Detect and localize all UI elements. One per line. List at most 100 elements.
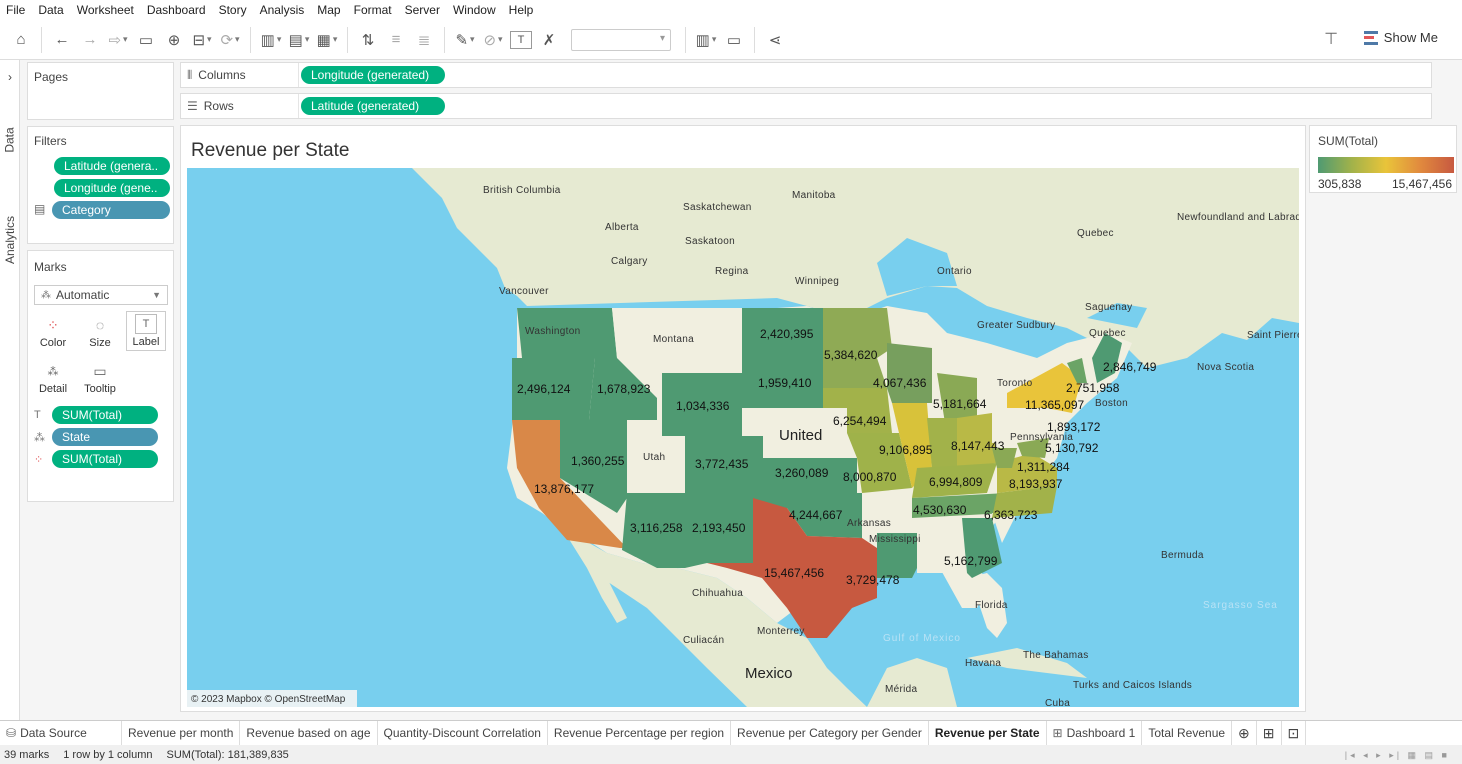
marks-size-button[interactable]: ◌ Size [80,311,120,351]
toolbar-divider [41,26,42,53]
value-label-nevada: 1,360,255 [571,454,625,468]
map-place-mississippi: Mississippi [869,534,921,545]
map-canvas[interactable]: United Mexico British Columbia Alberta S… [187,168,1299,707]
filters-title: Filters [34,134,67,148]
show-cards-icon[interactable]: ▥ [695,27,717,53]
redo-icon[interactable]: → [79,27,101,53]
menu-file[interactable]: File [6,3,25,17]
marks-tooltip-button[interactable]: ▭ Tooltip [80,357,120,397]
clear-sheet-icon[interactable]: ▦ [316,27,338,53]
menu-window[interactable]: Window [453,3,496,17]
value-label-oklahoma: 4,244,667 [789,508,843,522]
marks-color-pill[interactable]: SUM(Total) [52,450,158,468]
value-label-georgia: 5,162,799 [944,554,998,568]
filter-category-pill[interactable]: Category [52,201,170,219]
value-label-california: 13,876,177 [534,482,594,496]
rows-latitude-pill[interactable]: Latitude (generated) [301,97,445,115]
swap-icon[interactable]: ⇅ [357,27,379,53]
tab-data-source[interactable]: ⛁ Data Source [0,720,122,746]
duplicate-icon[interactable]: ▤ [288,27,310,53]
map-place-calgary: Calgary [611,256,648,267]
menu-story[interactable]: Story [219,3,247,17]
tab-revenue-based-on-age[interactable]: Revenue based on age [240,720,378,746]
tab-revenue-per-state[interactable]: Revenue per State [928,720,1047,746]
marks-color-button[interactable]: ⁘ Color [33,311,73,351]
group-icon[interactable]: ⊘ [482,27,504,53]
tab-total-revenue[interactable]: Total Revenue [1142,720,1233,746]
fit-select[interactable] [571,28,671,51]
new-dashboard-tab-icon[interactable]: ⊞ [1257,720,1282,746]
filter-longitude-pill[interactable]: Longitude (gene.. [54,179,170,197]
value-label-wyoming: 1,034,336 [676,399,730,413]
menu-format[interactable]: Format [354,3,392,17]
new-worksheet-icon[interactable]: ▥ [260,27,282,53]
new-data-source-icon[interactable]: ⊕ [163,27,185,53]
columns-shelf[interactable]: ⦀ Columns Longitude (generated) [180,62,1432,88]
mark-type-select[interactable]: ⁂ Automatic ▼ [34,285,168,305]
value-label-tennessee: 4,530,630 [913,503,967,517]
label-icon: T [135,314,157,334]
rows-icon: ☰ [187,99,198,113]
filter-latitude-pill[interactable]: Latitude (genera.. [54,157,170,175]
color-legend[interactable]: SUM(Total) 305,838 15,467,456 [1309,125,1457,193]
map-place-culiacan: Culiacán [683,635,724,646]
sort-descending-icon[interactable]: ≣ [413,27,435,53]
sheet-navigation-icon[interactable]: |◂ ◂ ▸ ▸| ▦ ▤ ■ [1345,750,1450,761]
value-label-pennsylvania: 5,130,792 [1045,441,1099,455]
map-place-saint-pierre: Saint Pierre and Miquelon [1247,330,1299,341]
show-labels-icon[interactable]: T [510,30,532,49]
home-icon[interactable]: ⌂ [10,27,32,53]
map-attribution[interactable]: © 2023 Mapbox © OpenStreetMap [191,694,346,705]
filters-card[interactable]: Filters Latitude (genera.. Longitude (ge… [27,126,174,244]
undo-icon[interactable]: ← [51,27,73,53]
tab-revenue-percentage-region[interactable]: Revenue Percentage per region [548,720,732,746]
menu-analysis[interactable]: Analysis [260,3,305,17]
presentation-icon[interactable]: ▭ [723,27,745,53]
marks-detail-button[interactable]: ⁂ Detail [33,357,73,397]
new-story-tab-icon[interactable]: ⊡ [1282,720,1307,746]
menu-data[interactable]: Data [38,3,63,17]
save-icon[interactable]: ▭ [135,27,157,53]
columns-label: Columns [198,68,246,82]
share-icon[interactable]: ⋖ [764,27,786,53]
rows-shelf[interactable]: ☰ Rows Latitude (generated) [180,93,1432,119]
collapse-icon[interactable]: › [0,66,20,88]
label-field-icon: T [34,409,41,421]
columns-longitude-pill[interactable]: Longitude (generated) [301,66,445,84]
pin-icon[interactable]: ⊤ [1324,29,1338,49]
marks-state-pill[interactable]: State [52,428,158,446]
state-mississippi [917,518,942,573]
menu-server[interactable]: Server [405,3,440,17]
tab-quantity-discount[interactable]: Quantity-Discount Correlation [378,720,548,746]
menu-worksheet[interactable]: Worksheet [77,3,134,17]
rows-shelf-label: ☰ Rows [181,94,299,118]
map-ocean-sargasso: Sargasso Sea [1203,600,1278,611]
tab-analytics[interactable]: Analytics [0,200,20,280]
sort-ascending-icon[interactable]: ≡ [385,27,407,53]
highlight-icon[interactable]: ✎ [454,27,476,53]
new-worksheet-tab-icon[interactable]: ⊕ [1232,720,1257,746]
tab-analytics-label: Analytics [3,215,17,265]
refresh-icon[interactable]: ⟳ [219,27,241,53]
map-place-greater-sudbury: Greater Sudbury [977,320,1055,331]
show-me-button[interactable]: Show Me [1363,30,1438,45]
mark-type-value: Automatic [56,288,110,302]
menu-dashboard[interactable]: Dashboard [147,3,206,17]
tab-data-label: Data [3,127,18,153]
marks-label-pill[interactable]: SUM(Total) [52,406,158,424]
tab-revenue-per-month[interactable]: Revenue per month [122,720,241,746]
tab-data[interactable]: Data [0,120,20,160]
mark-type-icon: ⁂ [41,289,51,301]
tab-dashboard-1[interactable]: ⊞ Dashboard 1 [1047,720,1143,746]
dashboard-icon: ⊞ [1052,726,1063,740]
menu-help[interactable]: Help [509,3,534,17]
value-label-connecticut: 1,893,172 [1047,420,1101,434]
fix-axes-icon[interactable]: ✗ [538,27,560,53]
menu-map[interactable]: Map [317,3,340,17]
tab-revenue-category-gender[interactable]: Revenue per Category per Gender [731,720,929,746]
replay-icon[interactable]: ⇨ [107,27,129,53]
pages-card[interactable]: Pages [27,62,174,120]
pause-updates-icon[interactable]: ⊟ [191,27,213,53]
marks-label-button[interactable]: T Label [126,311,166,351]
value-label-louisiana: 3,729,478 [846,573,900,587]
